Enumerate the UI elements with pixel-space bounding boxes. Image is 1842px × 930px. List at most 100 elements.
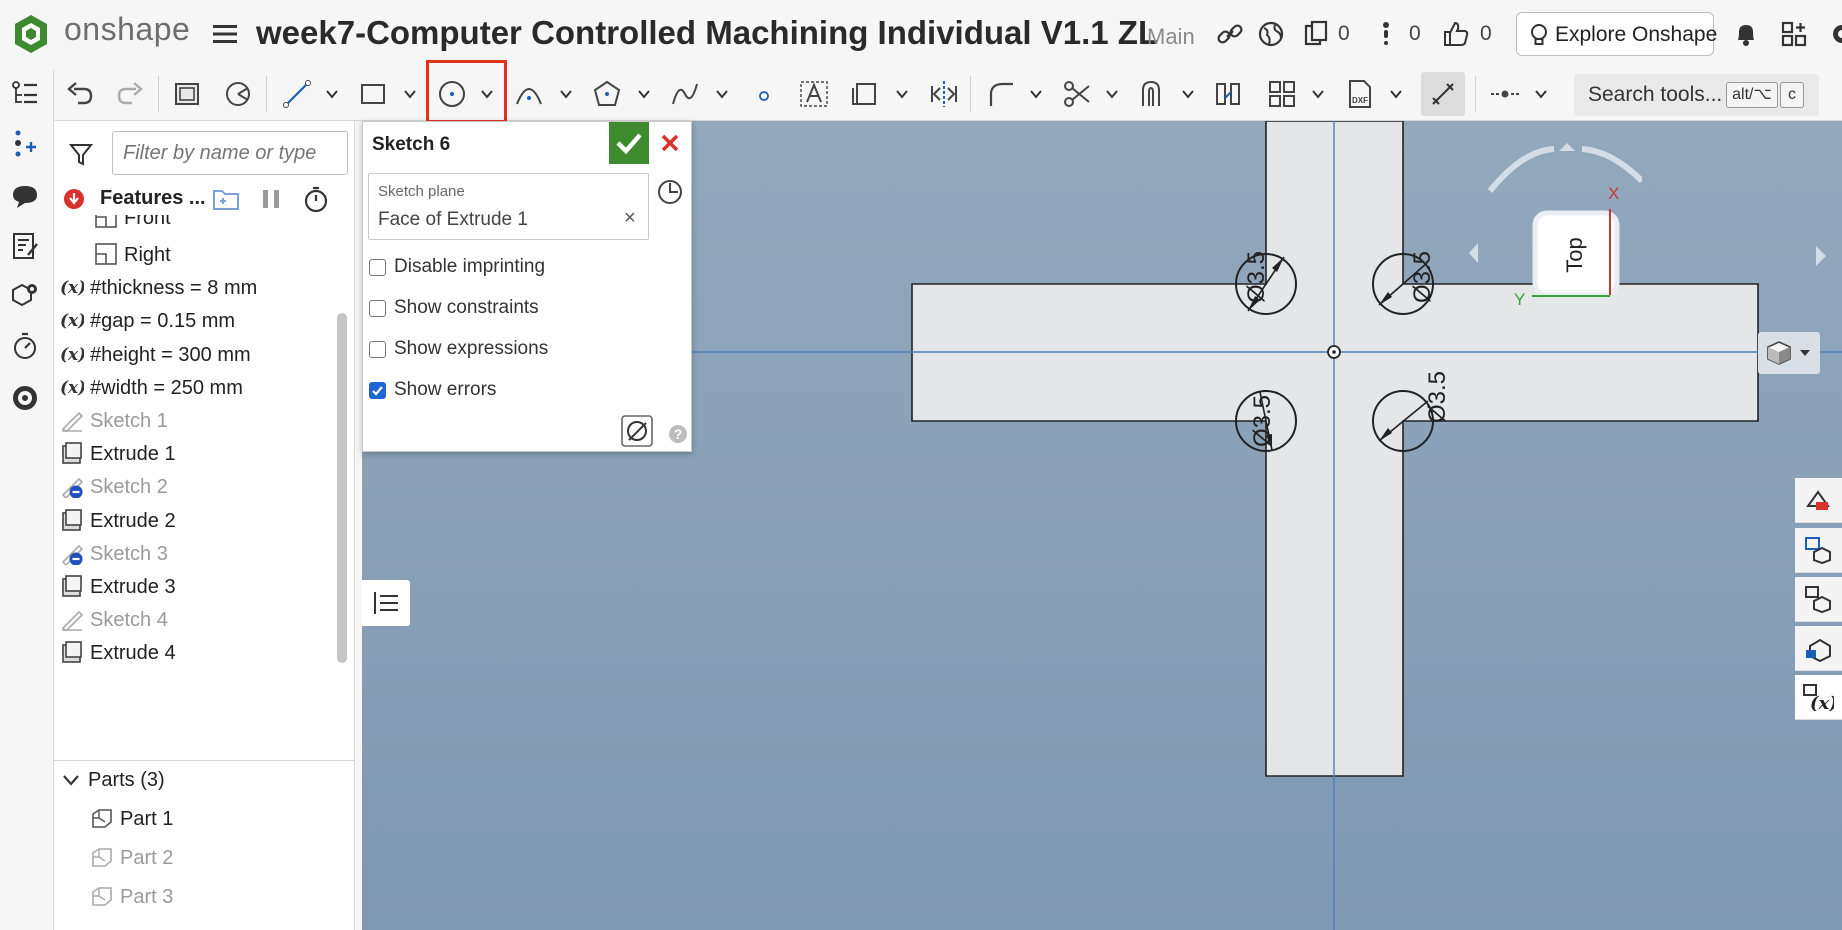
view-mode-dropdown[interactable] xyxy=(1758,332,1820,374)
parts-header[interactable]: Parts (3) xyxy=(88,769,165,792)
svg-text:(x): (x) xyxy=(60,378,84,398)
option-label: Show errors xyxy=(394,379,497,400)
option-checkbox[interactable] xyxy=(369,382,386,399)
undo-icon[interactable] xyxy=(64,78,96,110)
pan-right-arrow-icon[interactable] xyxy=(1810,241,1830,271)
logo-text: onshape xyxy=(64,11,191,47)
feature-filter-input[interactable] xyxy=(112,131,348,175)
trim-scissors-icon[interactable] xyxy=(1061,78,1093,110)
comments-icon[interactable] xyxy=(1372,20,1400,48)
dimension-top-left[interactable]: Ø3.5 xyxy=(1243,251,1270,303)
bom-panel-button[interactable] xyxy=(1795,528,1842,573)
view-cube-label: Top xyxy=(1562,237,1587,272)
like-thumb-icon[interactable] xyxy=(1442,20,1470,48)
polygon-dropdown-chevron-icon[interactable] xyxy=(637,88,651,100)
cancel-button[interactable] xyxy=(649,122,691,164)
shortcut-key-c: c xyxy=(1780,82,1804,108)
comments-bubble-icon[interactable] xyxy=(10,181,40,211)
hamburger-menu-icon[interactable] xyxy=(211,20,239,48)
feature-tree-scrollbar[interactable] xyxy=(337,313,347,663)
configurations-icon[interactable] xyxy=(10,280,40,310)
offset-dropdown-chevron-icon[interactable] xyxy=(1181,88,1195,100)
dxf-dropdown-chevron-icon[interactable] xyxy=(1389,88,1403,100)
fillet-dropdown-chevron-icon[interactable] xyxy=(1029,88,1043,100)
named-views-button[interactable] xyxy=(1795,626,1842,671)
new-folder-icon[interactable] xyxy=(212,186,242,212)
part-icon xyxy=(92,848,112,867)
use-project-tool-icon[interactable] xyxy=(849,78,881,110)
polygon-tool-icon[interactable] xyxy=(591,78,623,110)
pause-icon[interactable] xyxy=(260,187,282,211)
sketch-icon xyxy=(61,411,84,432)
document-title[interactable]: week7-Computer Controlled Machining Indi… xyxy=(256,14,1158,52)
sketch-tool-settings-icon[interactable] xyxy=(621,415,653,447)
variable-icon: (x) xyxy=(60,378,84,398)
spline-dropdown-chevron-icon[interactable] xyxy=(715,88,729,100)
help-question-icon[interactable]: ? xyxy=(668,424,688,444)
rectangle-tool-icon[interactable] xyxy=(357,78,389,110)
fillet-tool-icon[interactable] xyxy=(985,78,1017,110)
dimension-tool-icon[interactable] xyxy=(1427,78,1459,110)
view-normal-icon[interactable] xyxy=(656,178,684,206)
clear-plane-button[interactable]: × xyxy=(624,207,636,230)
settings-gear-icon[interactable] xyxy=(1828,20,1842,48)
filter-funnel-icon[interactable] xyxy=(68,141,94,167)
notes-icon[interactable] xyxy=(10,231,40,261)
construction-line-icon[interactable] xyxy=(1489,78,1521,110)
sketch-plane-field[interactable]: Sketch plane Face of Extrude 1 × xyxy=(368,173,649,240)
option-checkbox[interactable] xyxy=(369,300,386,317)
branch-label[interactable]: Main xyxy=(1147,24,1195,50)
sketch-dialog-title[interactable]: Sketch 6 xyxy=(372,134,450,156)
app-store-icon[interactable] xyxy=(1780,20,1808,48)
mirror-tool-icon[interactable] xyxy=(928,78,960,110)
arc-dropdown-chevron-icon[interactable] xyxy=(559,88,573,100)
option-checkbox[interactable] xyxy=(369,341,386,358)
use-dropdown-chevron-icon[interactable] xyxy=(895,88,909,100)
app-logo-ring-icon[interactable] xyxy=(10,383,40,413)
accept-button[interactable] xyxy=(609,122,649,164)
globe-icon[interactable] xyxy=(1257,20,1285,48)
line-dropdown-chevron-icon[interactable] xyxy=(325,88,339,100)
arc-tool-icon[interactable] xyxy=(513,78,545,110)
trim-dropdown-chevron-icon[interactable] xyxy=(1105,88,1119,100)
option-checkbox[interactable] xyxy=(369,259,386,276)
appearance-panel-button[interactable] xyxy=(1795,478,1842,523)
dxf-import-icon[interactable]: DXF xyxy=(1344,78,1376,110)
rotate-left-arc-icon xyxy=(1487,146,1555,193)
parts-collapse-chevron-icon[interactable] xyxy=(62,771,80,789)
insert-mate-icon[interactable] xyxy=(10,129,40,159)
lightbulb-icon xyxy=(1531,24,1547,45)
versions-icon[interactable] xyxy=(1302,20,1330,48)
onshape-logo-icon[interactable] xyxy=(14,14,48,54)
redo-icon[interactable] xyxy=(114,78,146,110)
sketch-tool-icon[interactable] xyxy=(172,78,204,110)
search-tools-box[interactable]: Search tools... alt/⌥ c xyxy=(1574,74,1819,116)
revolve-tool-icon[interactable] xyxy=(222,78,254,110)
point-tool-icon[interactable] xyxy=(748,78,780,110)
variables-panel-button[interactable]: (x) xyxy=(1795,675,1842,720)
mass-properties-button[interactable] xyxy=(1795,577,1842,622)
offset-tool-icon[interactable] xyxy=(1137,78,1169,110)
circular-pattern-icon[interactable] xyxy=(1266,78,1298,110)
history-stopwatch-icon[interactable] xyxy=(10,331,40,361)
pattern-dropdown-chevron-icon[interactable] xyxy=(1311,88,1325,100)
linear-pattern-icon[interactable] xyxy=(1213,78,1245,110)
spline-tool-icon[interactable] xyxy=(669,78,701,110)
dimension-bottom-right[interactable]: Ø3.5 xyxy=(1424,371,1451,423)
rollback-error-icon[interactable] xyxy=(63,188,85,210)
view-cube[interactable]: Top X Y xyxy=(1422,121,1642,331)
construction-dropdown-chevron-icon[interactable] xyxy=(1534,88,1548,100)
text-tool-icon[interactable] xyxy=(798,78,830,110)
sketch-plane-caption: Sketch plane xyxy=(378,183,465,200)
link-icon[interactable] xyxy=(1216,20,1244,48)
shaded-cube-icon xyxy=(1767,341,1791,365)
features-title[interactable]: Features ... xyxy=(100,187,206,210)
sketch-list-toggle[interactable] xyxy=(362,580,410,626)
line-tool-icon[interactable] xyxy=(281,78,313,110)
explore-onshape-button[interactable]: Explore Onshape xyxy=(1516,12,1717,56)
feature-list-icon[interactable] xyxy=(10,78,40,108)
dimension-bottom-left[interactable]: Ø3.5 xyxy=(1249,395,1276,447)
notification-bell-icon[interactable] xyxy=(1732,20,1760,48)
rectangle-dropdown-chevron-icon[interactable] xyxy=(403,88,417,100)
rebuild-timer-icon[interactable] xyxy=(303,185,329,213)
